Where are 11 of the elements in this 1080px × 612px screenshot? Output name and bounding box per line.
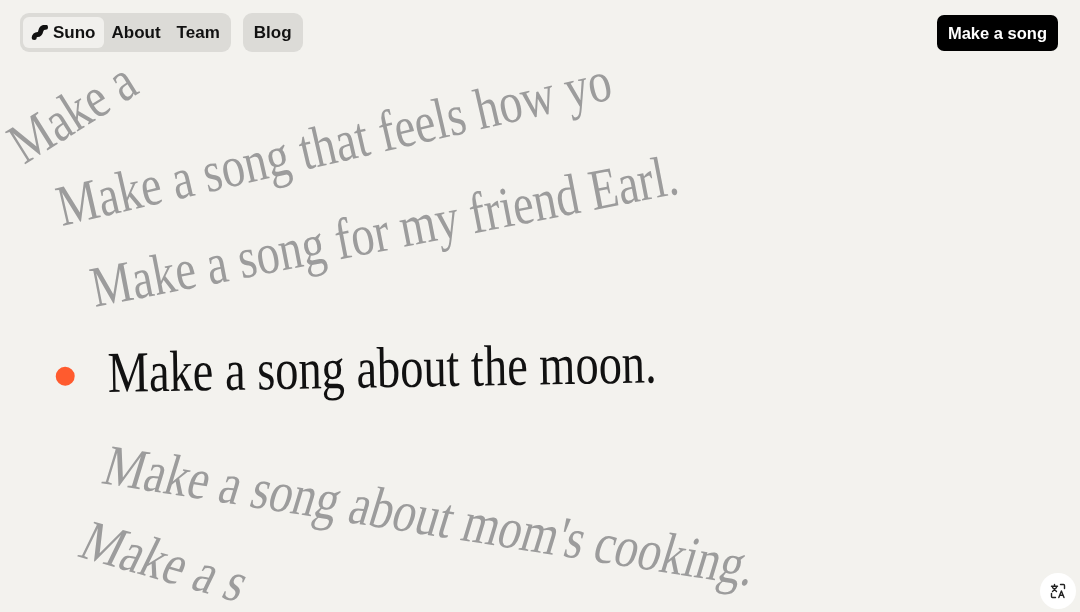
make-song-button[interactable]: Make a song [936, 15, 1058, 51]
prompt-text: Make a s [73, 515, 257, 607]
translate-button[interactable] [1040, 573, 1076, 609]
nav-link[interactable]: Blog [245, 17, 300, 48]
nav-link[interactable]: Team [168, 17, 228, 48]
translate-icon [1050, 583, 1066, 599]
logo-icon [31, 24, 49, 41]
home-link[interactable]: Suno [23, 17, 104, 48]
prompt-text: Make a [0, 54, 144, 170]
selection-dot-icon [55, 366, 75, 386]
nav-link[interactable]: About [103, 17, 169, 48]
